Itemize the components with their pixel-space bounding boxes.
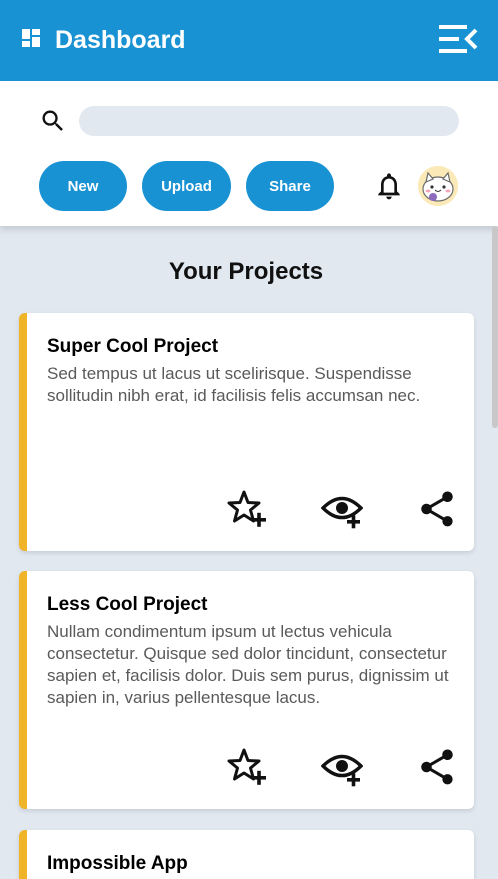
share-button[interactable]: Share <box>246 161 334 211</box>
project-card: Impossible App <box>19 830 474 879</box>
eye-plus-icon[interactable] <box>321 746 363 788</box>
section-title: Your Projects <box>168 258 324 285</box>
star-plus-icon[interactable] <box>227 488 269 530</box>
project-title: Impossible App <box>47 853 188 874</box>
collapse-menu-icon[interactable] <box>439 24 479 54</box>
new-button[interactable]: New <box>39 161 127 211</box>
search-icon[interactable] <box>39 107 67 135</box>
search-input[interactable] <box>79 106 459 136</box>
project-description: Nullam condimentum ipsum ut lectus vehic… <box>47 622 449 707</box>
eye-plus-icon[interactable] <box>321 488 363 530</box>
project-title: Less Cool Project <box>47 594 208 615</box>
page-title: Dashboard <box>55 26 186 54</box>
star-plus-icon[interactable] <box>227 746 269 788</box>
top-bar: Dashboard <box>0 0 498 81</box>
upload-button[interactable]: Upload <box>142 161 231 211</box>
share-icon[interactable] <box>416 488 458 530</box>
project-title: Super Cool Project <box>47 336 219 357</box>
project-card: Less Cool Project Nullam condimentum ips… <box>19 571 474 809</box>
scrollbar[interactable] <box>492 226 498 428</box>
share-icon[interactable] <box>416 746 458 788</box>
project-card: Super Cool Project Sed tempus ut lacus u… <box>19 313 474 551</box>
bell-icon[interactable] <box>373 170 405 202</box>
project-description: Sed tempus ut lacus ut scelirisque. Susp… <box>47 364 421 405</box>
dashboard-icon <box>22 29 40 47</box>
cat-avatar-icon <box>418 166 458 206</box>
avatar[interactable] <box>418 166 458 206</box>
